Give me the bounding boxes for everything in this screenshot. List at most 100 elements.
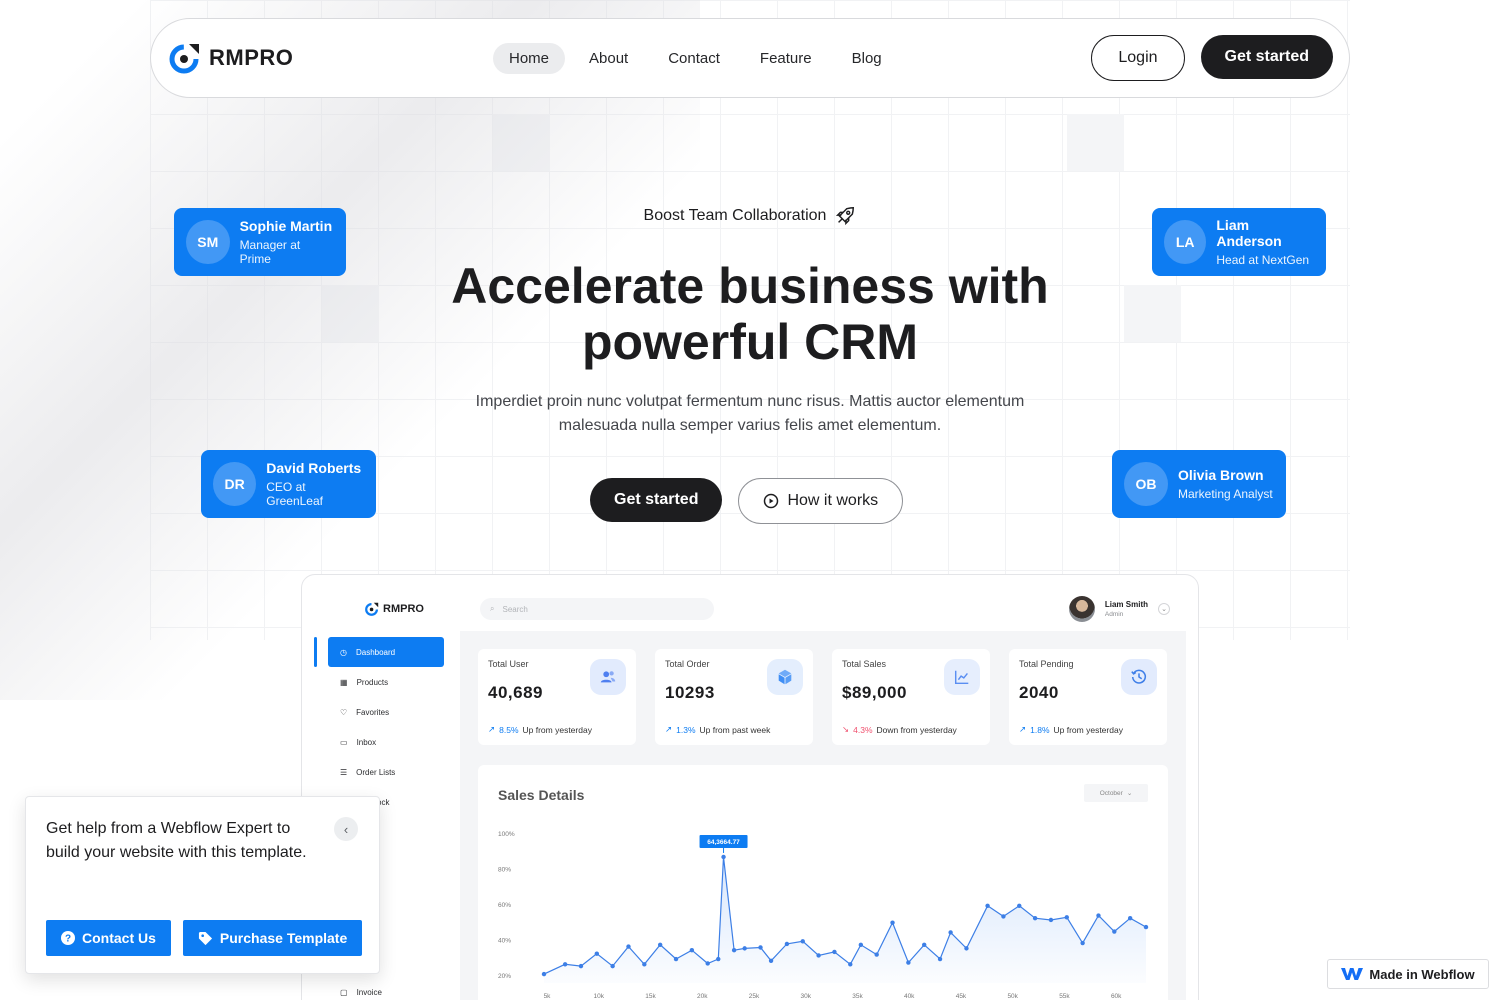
collapse-button[interactable]: ‹ [334,817,358,841]
sidebar-item-label: Order Lists [356,767,396,777]
stat-card: Total Pending 2040 ↗ 1.8% Up from yester… [1009,649,1167,745]
profile-name: Sophie Martin [239,218,333,234]
x-tick-label: 30k [800,993,811,1000]
profile-name: Olivia Brown [1178,467,1264,483]
sales-point [673,956,679,962]
hero-subtitle-line-1: Imperdiet proin nunc volutpat fermentum … [475,393,1025,410]
tag-icon [198,931,212,945]
nav-blog[interactable]: Blog [836,43,898,74]
sales-point [1080,940,1085,946]
x-tick-label: 25k [749,993,760,1000]
avatar [1068,596,1095,622]
sales-point [964,946,969,951]
clock-icon [1121,659,1157,695]
user-name: Liam Smith [1104,600,1148,609]
sales-point [610,963,615,969]
sales-point [816,953,821,958]
sidebar-item-label: Inbox [356,737,377,747]
x-tick-label: 35k [852,993,863,1000]
sales-point [1001,914,1006,919]
search-input[interactable]: ⌕ Search [480,598,714,620]
purchase-template-button[interactable]: Purchase Template [182,920,363,956]
dashboard-preview: RMPRO ◷ Dashboard ▦ Products ♡ Favorites ▭ I… [301,574,1199,1000]
sales-point [985,903,990,908]
login-button[interactable]: Login [1091,35,1185,81]
sales-point [721,854,726,860]
nav-actions: Login Get started [1091,35,1333,81]
sales-point [541,971,547,977]
trend-down-icon: ↘ [842,724,850,734]
brand-logo[interactable]: RMPRO [167,40,293,76]
avatar: SM [186,220,230,264]
chevron-down-icon[interactable]: ⌄ [1158,603,1170,615]
sales-point [1143,924,1149,930]
contact-us-button[interactable]: ? Contact Us [46,920,171,956]
sidebar-item-dashboard[interactable]: ◷ Dashboard [328,637,444,667]
hero-subtitle-line-2: malesuada nulla semper varius felis amet… [558,417,942,434]
contact-us-label: Contact Us [82,930,156,946]
x-tick-label: 15k [645,993,656,1000]
x-tick-label: 5k [544,993,552,1000]
get-started-button[interactable]: Get started [1200,35,1333,79]
stat-trend-text: Up from yesterday [522,724,592,735]
sales-point [705,961,710,966]
purchase-template-label: Purchase Template [219,930,348,946]
nav-home[interactable]: Home [493,42,566,74]
hero-title-line-1: Accelerate business with [451,258,1049,314]
sales-point [832,949,837,955]
stat-change: 1.8% [1030,724,1050,735]
avatar: DR [213,462,257,506]
profile-card: OB Olivia Brown Marketing Analyst [1112,450,1286,518]
sidebar-item-invoice[interactable]: ▢ Invoice [328,977,444,1000]
active-indicator [314,637,317,667]
stat-trend-text: Down from yesterday [876,724,957,735]
heart-icon: ♡ [340,707,348,717]
chat-icon: ▭ [340,737,348,747]
sales-point [1096,913,1101,918]
hero-get-started-button[interactable]: Get started [590,478,723,522]
profile-card: LA Liam Anderson Head at NextGen [1152,208,1326,276]
grid-highlight [1067,114,1124,171]
sidebar-item-favorites[interactable]: ♡ Favorites [328,697,444,727]
x-tick-label: 20k [697,993,708,1000]
nav-about[interactable]: About [573,43,644,74]
y-tick-label: 40% [498,938,511,945]
dashboard-brand: RMPRO [383,603,424,615]
sidebar-item-label: Products [356,677,389,687]
profile-role: Manager at Prime [239,238,301,266]
sales-point [1017,903,1022,908]
sales-point [594,951,600,956]
stat-card: Total User 40,689 ↗ 8.5% Up from yesterd… [478,649,636,745]
nav-feature[interactable]: Feature [744,43,828,74]
sales-point [906,960,911,965]
stat-trend: ↗ 1.3% Up from past week [665,724,770,735]
how-it-works-label: How it works [787,492,879,509]
stat-trend-text: Up from yesterday [1053,724,1123,735]
sales-point [922,942,927,948]
x-tick-label: 60k [1111,993,1122,1000]
nav-contact[interactable]: Contact [652,43,736,74]
avatar: OB [1124,462,1168,506]
dashboard-topbar: ⌕ Search Liam Smith Admin ⌄ [460,587,1186,631]
profile-card: SM Sophie Martin Manager at Prime [174,208,346,276]
how-it-works-button[interactable]: How it works [738,478,904,524]
logo-mark-icon [365,602,379,616]
stat-change: 1.3% [676,724,696,735]
sales-point [937,956,943,962]
trend-up-icon: ↗ [1019,724,1027,734]
avatar: LA [1164,220,1207,264]
dashboard-logo: RMPRO [364,601,424,617]
x-tick-label: 50k [1007,993,1018,1000]
made-in-webflow-badge[interactable]: Made in Webflow [1327,959,1489,989]
sidebar-item-inbox[interactable]: ▭ Inbox [328,727,444,757]
stat-trend-text: Up from past week [699,724,771,735]
dashboard-main: Total User 40,689 ↗ 8.5% Up from yesterd… [460,631,1186,1000]
sidebar-item-order-lists[interactable]: ☰ Order Lists [328,757,444,787]
sales-point [848,962,853,967]
grid-icon: ▦ [340,677,348,687]
sidebar-item-products[interactable]: ▦ Products [328,667,444,697]
user-profile[interactable]: Liam Smith Admin ⌄ [1068,596,1170,622]
list-icon: ☰ [340,767,348,777]
sales-point [948,930,953,935]
sales-point [562,962,568,967]
